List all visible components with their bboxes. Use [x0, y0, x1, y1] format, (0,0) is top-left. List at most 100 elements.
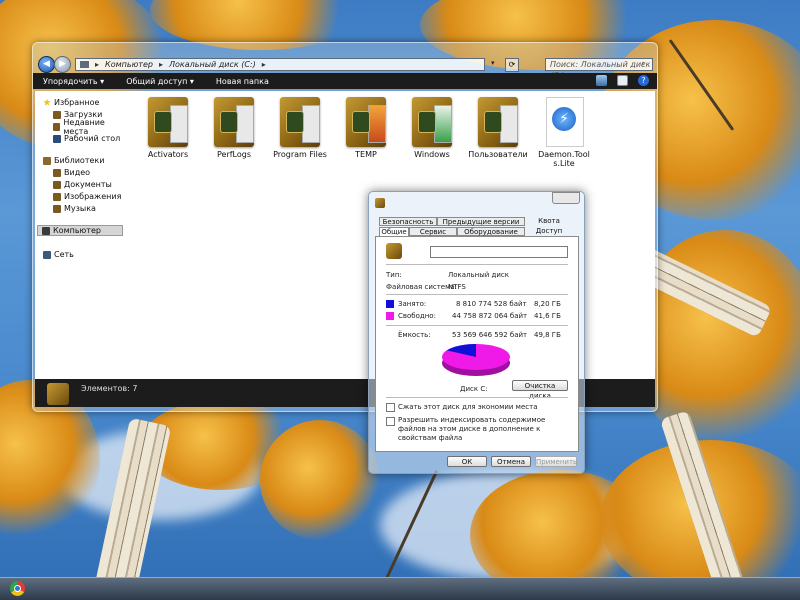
tab-sharing[interactable]: Доступ: [529, 227, 569, 236]
breadcrumb-separator: ▸: [261, 60, 266, 69]
sidebar-item-recent[interactable]: Недавние места: [53, 118, 127, 136]
sidebar-item-favorites[interactable]: Избранное: [43, 97, 99, 108]
used-color-swatch: [386, 300, 394, 308]
used-label: Занято:: [398, 300, 427, 308]
tab-security[interactable]: Безопасность: [379, 217, 437, 226]
drive-icon: [47, 383, 69, 405]
free-label: Свободно:: [398, 312, 436, 320]
sidebar-item-label: Рабочий стол: [64, 134, 121, 143]
folder-item[interactable]: Windows: [397, 97, 467, 159]
breadcrumb-computer[interactable]: Компьютер: [105, 60, 153, 69]
dropdown-arrow-icon[interactable]: ▾: [491, 59, 495, 67]
compress-checkbox[interactable]: [386, 403, 395, 412]
folder-item[interactable]: Пользователи: [463, 97, 533, 159]
index-checkbox[interactable]: [386, 417, 395, 426]
divider: [386, 397, 568, 398]
used-bytes: 8 810 774 528 байт: [456, 300, 527, 308]
tab-general[interactable]: Общие: [379, 227, 409, 236]
filesystem-label: Файловая система:: [386, 283, 458, 291]
free-gb: 41,6 ГБ: [534, 312, 561, 320]
search-input[interactable]: Поиск: Локальный диск (C:): [545, 58, 653, 80]
tab-previous-versions[interactable]: Предыдущие версии: [437, 217, 525, 226]
sidebar-item-label: Сеть: [54, 250, 74, 259]
disk-usage-pie-chart: [442, 344, 510, 376]
tab-quota[interactable]: Квота: [529, 217, 569, 226]
forward-button[interactable]: ▶: [54, 56, 71, 73]
sidebar-item-documents[interactable]: Документы: [53, 179, 112, 190]
sidebar-item-computer[interactable]: Компьютер: [37, 225, 123, 236]
sidebar-item-video[interactable]: Видео: [53, 167, 90, 178]
computer-icon: [42, 226, 50, 235]
sidebar-item-label: Документы: [64, 180, 112, 189]
sidebar-item-label: Библиотеки: [54, 156, 105, 165]
disk-cleanup-button[interactable]: Очистка диска: [512, 380, 568, 400]
folder-label: Windows: [414, 150, 450, 159]
library-icon: [43, 156, 51, 165]
network-icon: [43, 250, 51, 259]
daemon-tools-icon: ⚡: [542, 97, 586, 147]
address-bar[interactable]: ▸ Компьютер ▸ Локальный диск (C:) ▸: [75, 58, 485, 71]
chrome-icon[interactable]: [10, 581, 25, 596]
folder-icon: [344, 97, 388, 147]
drive-name-input[interactable]: [430, 246, 568, 258]
folder-item[interactable]: Activators: [133, 97, 203, 159]
taskbar: [0, 577, 800, 600]
star-icon: [43, 98, 51, 106]
sidebar-item-pictures[interactable]: Изображения: [53, 191, 121, 202]
search-icon[interactable]: ⌕: [641, 59, 645, 69]
sidebar-item-label: Изображения: [64, 192, 122, 201]
share-menu[interactable]: Общий доступ ▾: [126, 77, 194, 86]
properties-dialog: Безопасность Предыдущие версии Квота Общ…: [368, 191, 585, 474]
tab-hardware[interactable]: Оборудование: [457, 227, 525, 236]
drive-icon: [375, 198, 385, 208]
folder-item[interactable]: TEMP: [331, 97, 401, 159]
breadcrumb-separator: ▸: [95, 60, 100, 69]
refresh-icon[interactable]: ⟳: [505, 58, 519, 72]
divider: [386, 325, 568, 326]
share-label: Общий доступ: [126, 76, 188, 86]
capacity-label: Ёмкость:: [398, 331, 431, 339]
folder-icon: [410, 97, 454, 147]
folder-icon: [146, 97, 190, 147]
folder-label: PerfLogs: [216, 150, 252, 159]
organize-label: Упорядочить: [43, 76, 98, 86]
folder-label: Пользователи: [468, 150, 528, 159]
sidebar-item-desktop[interactable]: Рабочий стол: [53, 133, 120, 144]
index-label: Разрешить индексировать содержимое файло…: [398, 416, 546, 442]
divider: [386, 264, 568, 265]
folder-item[interactable]: Program Files: [265, 97, 335, 159]
capacity-gb: 49,8 ГБ: [534, 331, 561, 339]
close-button[interactable]: [552, 192, 580, 204]
organize-menu[interactable]: Упорядочить ▾: [43, 77, 104, 86]
divider: [386, 294, 568, 295]
sidebar-item-music[interactable]: Музыка: [53, 203, 96, 214]
video-folder-icon: [53, 168, 61, 177]
drive-icon: [386, 243, 402, 259]
cancel-button[interactable]: Отмена: [491, 456, 531, 467]
preview-pane-icon[interactable]: [617, 75, 628, 86]
free-color-swatch: [386, 312, 394, 320]
new-folder-button[interactable]: Новая папка: [216, 77, 269, 86]
sidebar-item-network[interactable]: Сеть: [43, 249, 74, 260]
folder-icon: [278, 97, 322, 147]
sidebar-item-label: Видео: [64, 168, 91, 177]
apply-button[interactable]: Применить: [535, 456, 577, 467]
breadcrumb-separator: ▸: [158, 60, 163, 69]
folder-label: Activators: [147, 150, 189, 159]
music-folder-icon: [53, 204, 61, 213]
tab-tools[interactable]: Сервис: [409, 227, 457, 236]
folder-label: Program Files: [273, 150, 327, 159]
ok-button[interactable]: ОК: [447, 456, 487, 467]
view-options-icon[interactable]: [596, 75, 607, 86]
sidebar-item-libraries[interactable]: Библиотеки: [43, 155, 104, 166]
sidebar-item-label: Компьютер: [53, 226, 101, 235]
recent-places-icon: [53, 122, 61, 131]
file-item[interactable]: ⚡ Daemon.Tools.Lite: [529, 97, 599, 168]
type-value: Локальный диск: [448, 271, 510, 279]
compress-label: Сжать этот диск для экономии места: [398, 403, 538, 411]
back-button[interactable]: ◀: [38, 56, 55, 73]
help-icon[interactable]: ?: [638, 75, 649, 86]
folder-item[interactable]: PerfLogs: [199, 97, 269, 159]
breadcrumb-local-disk[interactable]: Локальный диск (C:): [169, 60, 256, 69]
downloads-folder-icon: [53, 110, 61, 119]
